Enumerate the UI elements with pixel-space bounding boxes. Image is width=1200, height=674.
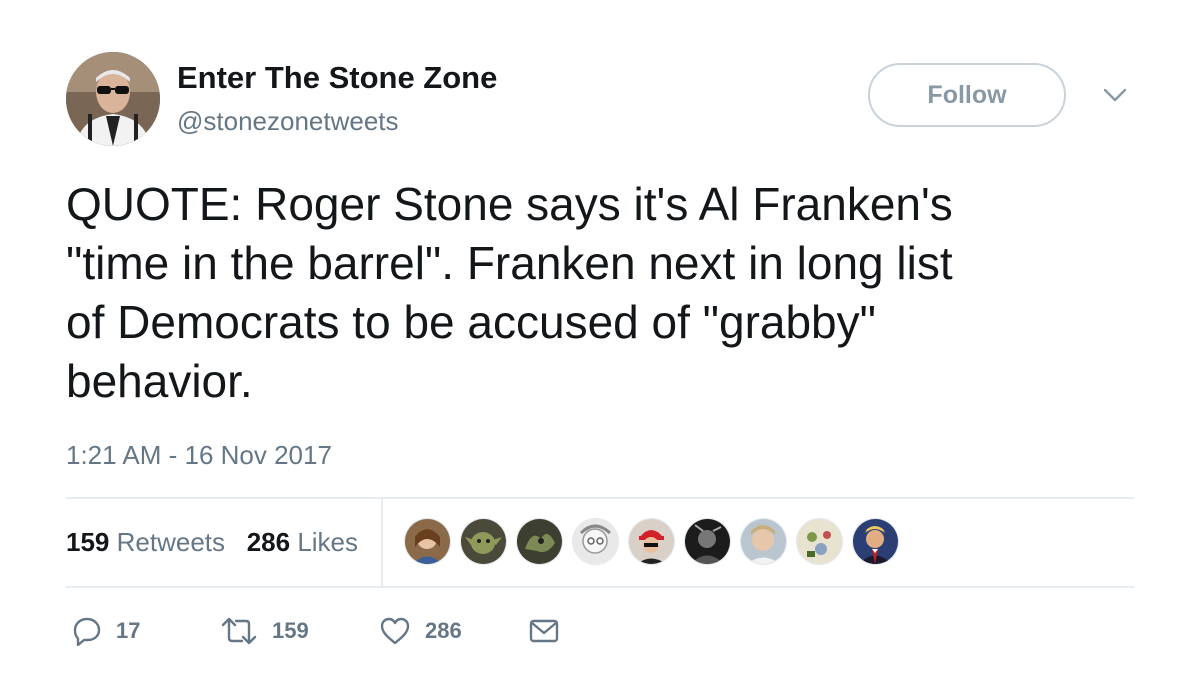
heart-icon [379, 616, 411, 646]
tweet-stats: 159 Retweets 286 Likes [66, 527, 358, 558]
liker-avatar[interactable] [405, 519, 450, 564]
author-name[interactable]: Enter The Stone Zone [177, 60, 497, 96]
likes-label: Likes [297, 527, 359, 557]
divider [66, 497, 1134, 499]
reply-count: 17 [116, 618, 141, 643]
author-avatar[interactable] [66, 52, 160, 146]
tweet-actions: 17 159 286 [72, 614, 672, 648]
divider [381, 499, 383, 587]
liker-avatars [405, 519, 898, 564]
tweet-timestamp[interactable]: 1:21 AM - 16 Nov 2017 [66, 440, 332, 471]
direct-message-button[interactable] [528, 614, 560, 648]
retweet-count: 159 [272, 618, 309, 643]
liker-avatar[interactable] [461, 519, 506, 564]
like-button[interactable]: 286 [379, 614, 462, 648]
liker-avatar[interactable] [685, 519, 730, 564]
liker-avatar[interactable] [853, 519, 898, 564]
liker-avatar[interactable] [797, 519, 842, 564]
envelope-icon [528, 617, 560, 645]
tweet-text: QUOTE: Roger Stone says it's Al Franken'… [66, 178, 953, 407]
retweets-label: Retweets [116, 527, 226, 557]
reply-icon [72, 616, 102, 646]
divider [66, 586, 1134, 588]
retweets-count: 159 [66, 527, 110, 557]
likes-count: 286 [246, 527, 291, 557]
reply-button[interactable]: 17 [72, 614, 140, 648]
likes-stat[interactable]: 286 Likes [247, 527, 358, 557]
follow-button[interactable]: Follow [868, 63, 1066, 127]
liker-avatar[interactable] [517, 519, 562, 564]
like-count: 286 [425, 618, 462, 643]
liker-avatar[interactable] [741, 519, 786, 564]
chevron-down-icon[interactable] [1100, 84, 1130, 106]
retweet-button[interactable]: 159 [220, 614, 309, 648]
retweets-stat[interactable]: 159 Retweets [66, 527, 225, 557]
author-handle[interactable]: @stonezonetweets [177, 106, 399, 137]
liker-avatar[interactable] [629, 519, 674, 564]
liker-avatar[interactable] [573, 519, 618, 564]
retweet-icon [220, 616, 258, 646]
